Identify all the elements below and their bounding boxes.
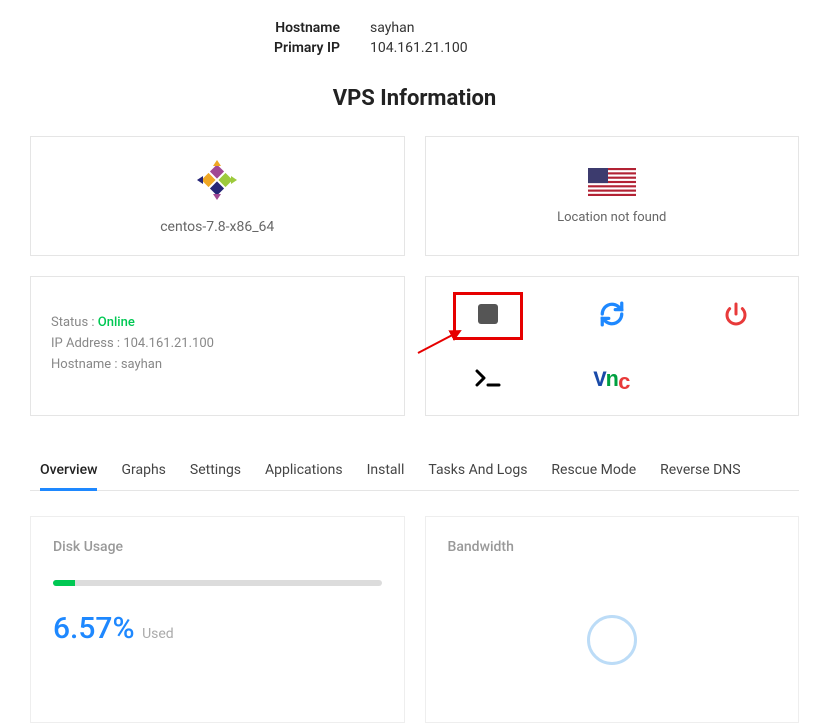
tab-settings[interactable]: Settings xyxy=(190,456,241,491)
flag-us-icon xyxy=(588,168,636,210)
ip-label: IP Address : xyxy=(51,336,120,351)
os-card: centos-7.8-x86_64 xyxy=(30,136,405,256)
terminal-button[interactable] xyxy=(468,360,508,400)
status-label: Status : xyxy=(51,315,95,330)
primary-ip-label: Primary IP xyxy=(230,40,340,56)
tab-applications[interactable]: Applications xyxy=(265,456,343,491)
tab-reverse-dns[interactable]: Reverse DNS xyxy=(660,456,740,491)
loading-spinner-icon xyxy=(587,615,637,665)
primary-ip-value: 104.161.21.100 xyxy=(370,40,468,56)
disk-usage-fill xyxy=(53,580,75,586)
disk-usage-percent: 6.57% xyxy=(53,611,135,646)
tab-overview[interactable]: Overview xyxy=(40,456,97,491)
disk-usage-title: Disk Usage xyxy=(53,539,382,555)
vnc-icon: Vnc xyxy=(593,368,630,393)
section-title: VPS Information xyxy=(30,86,799,111)
disk-usage-card: Disk Usage 6.57% Used xyxy=(30,516,405,723)
terminal-icon xyxy=(474,368,502,392)
disk-usage-progress xyxy=(53,580,382,586)
refresh-icon xyxy=(599,301,625,331)
hostname-status-label: Hostname : xyxy=(51,357,118,372)
location-card: Location not found xyxy=(425,136,800,256)
tab-tasks-logs[interactable]: Tasks And Logs xyxy=(428,456,527,491)
tab-install[interactable]: Install xyxy=(367,456,405,491)
centos-logo-icon xyxy=(194,157,240,207)
tab-graphs[interactable]: Graphs xyxy=(121,456,165,491)
stop-icon xyxy=(477,303,499,329)
location-text: Location not found xyxy=(557,210,666,225)
tab-rescue-mode[interactable]: Rescue Mode xyxy=(551,456,636,491)
bandwidth-title: Bandwidth xyxy=(448,539,777,555)
disk-usage-unit: Used xyxy=(142,626,174,642)
tabs-bar: Overview Graphs Settings Applications In… xyxy=(30,456,799,491)
bandwidth-card: Bandwidth xyxy=(425,516,800,723)
hostname-value: sayhan xyxy=(370,20,414,36)
hostname-status-value: sayhan xyxy=(121,357,162,372)
ip-value: 104.161.21.100 xyxy=(123,336,214,351)
header-info: Hostname sayhan Primary IP 104.161.21.10… xyxy=(230,20,799,56)
hostname-label: Hostname xyxy=(230,20,340,36)
highlight-stop-action xyxy=(453,292,523,340)
status-card: Status : Online IP Address : 104.161.21.… xyxy=(30,276,405,416)
os-name: centos-7.8-x86_64 xyxy=(160,219,274,235)
power-icon xyxy=(724,302,748,330)
status-value: Online xyxy=(98,315,135,330)
vnc-button[interactable]: Vnc xyxy=(592,360,632,400)
power-button[interactable] xyxy=(716,296,756,336)
stop-button[interactable] xyxy=(468,296,508,336)
actions-card: Vnc xyxy=(425,276,800,416)
restart-button[interactable] xyxy=(592,296,632,336)
